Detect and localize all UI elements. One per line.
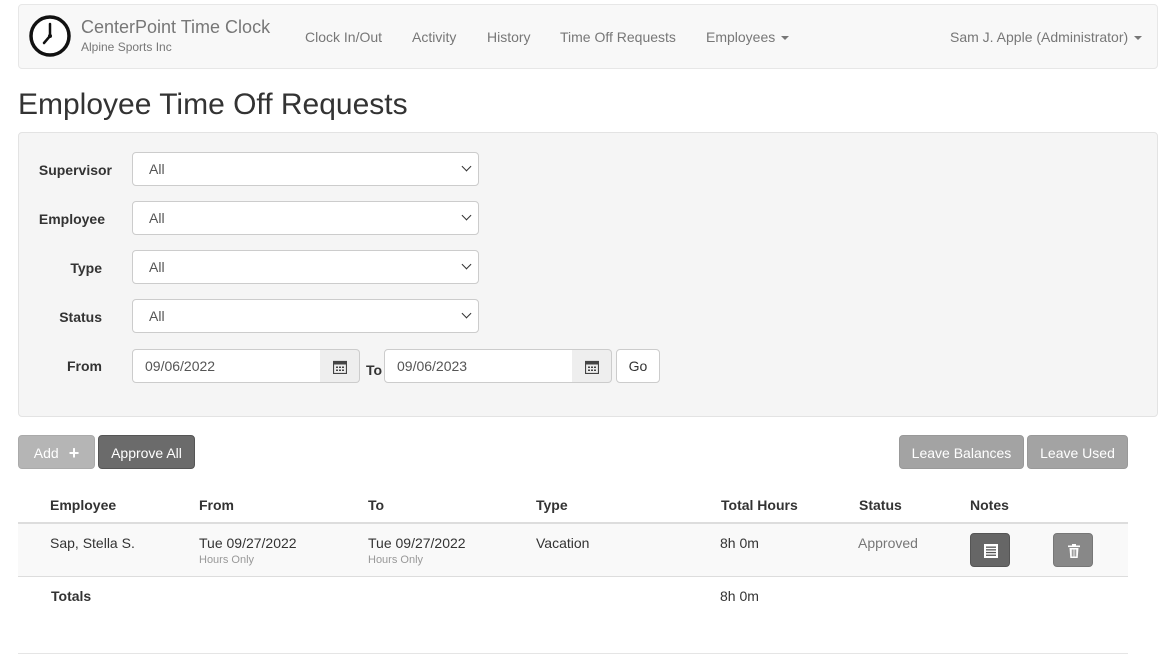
from-label: From: [67, 358, 102, 374]
app-name[interactable]: CenterPoint Time Clock: [81, 17, 270, 38]
header-from: From: [199, 497, 234, 513]
type-select-value: All: [149, 259, 165, 275]
header-employee: Employee: [50, 497, 117, 513]
caret-down-icon: [781, 36, 790, 41]
notes-icon: [984, 544, 998, 558]
user-menu-dropdown[interactable]: Sam J. Apple (Administrator): [950, 29, 1143, 45]
supervisor-select-value: All: [149, 161, 165, 177]
supervisor-label: Supervisor: [38, 162, 112, 178]
header-to: To: [368, 497, 385, 513]
nav-employees-label: Employees: [706, 29, 776, 45]
totals-label: Totals: [51, 588, 92, 604]
cell-from-note: Hours Only: [199, 554, 255, 566]
totals-hours: 8h 0m: [720, 588, 759, 604]
status-label: Status: [59, 309, 102, 325]
header-total-hours: Total Hours: [721, 497, 798, 513]
nav-activity[interactable]: Activity: [412, 29, 456, 45]
employee-label: Employee: [38, 211, 105, 227]
type-label: Type: [70, 260, 102, 276]
table-row-divider: [18, 576, 1128, 577]
page-title: Employee Time Off Requests: [18, 88, 408, 121]
cell-status: Approved: [858, 535, 918, 551]
from-calendar-button[interactable]: [320, 349, 360, 383]
add-button-label: Add: [33, 445, 59, 461]
chevron-down-icon: [461, 161, 472, 172]
to-calendar-button[interactable]: [572, 349, 612, 383]
status-select-value: All: [149, 308, 165, 324]
cell-total-hours: 8h 0m: [720, 535, 759, 551]
header-type: Type: [536, 497, 568, 513]
notes-button[interactable]: [970, 533, 1010, 567]
leave-balances-button[interactable]: Leave Balances: [899, 435, 1024, 469]
clock-icon[interactable]: [29, 15, 71, 57]
company-name: Alpine Sports Inc: [81, 40, 172, 54]
filter-panel: Supervisor All Employee All Type All Sta…: [18, 132, 1158, 417]
cell-employee: Sap, Stella S.: [50, 535, 135, 551]
footer-divider: [18, 653, 1128, 654]
user-menu-label: Sam J. Apple (Administrator): [950, 29, 1129, 45]
chevron-down-icon: [461, 259, 472, 270]
nav-history[interactable]: History: [487, 29, 531, 45]
employee-select-value: All: [149, 210, 165, 226]
plus-icon: +: [68, 443, 80, 463]
employee-select[interactable]: All: [132, 201, 479, 235]
header-status: Status: [859, 497, 902, 513]
to-date-input[interactable]: 09/06/2023: [384, 349, 573, 383]
calendar-icon: [333, 360, 347, 374]
calendar-icon: [585, 360, 599, 374]
nav-employees-dropdown[interactable]: Employees: [706, 29, 790, 45]
cell-from: Tue 09/27/2022: [199, 535, 297, 551]
cell-to: Tue 09/27/2022: [368, 535, 466, 551]
add-button[interactable]: Add +: [18, 435, 95, 469]
chevron-down-icon: [461, 308, 472, 319]
type-select[interactable]: All: [132, 250, 479, 284]
caret-down-icon: [1134, 36, 1143, 41]
status-select[interactable]: All: [132, 299, 479, 333]
supervisor-select[interactable]: All: [132, 152, 479, 186]
chevron-down-icon: [461, 210, 472, 221]
nav-time-off-requests[interactable]: Time Off Requests: [560, 29, 676, 45]
delete-button[interactable]: [1053, 533, 1093, 567]
nav-clock-in-out[interactable]: Clock In/Out: [305, 29, 382, 45]
go-button[interactable]: Go: [616, 349, 660, 383]
leave-used-button[interactable]: Leave Used: [1027, 435, 1128, 469]
approve-all-button[interactable]: Approve All: [98, 435, 195, 469]
cell-type: Vacation: [536, 535, 590, 551]
header-notes: Notes: [970, 497, 1009, 513]
navbar: CenterPoint Time Clock Alpine Sports Inc…: [18, 4, 1158, 69]
to-label: To: [366, 362, 383, 378]
cell-to-note: Hours Only: [368, 554, 424, 566]
from-date-input[interactable]: 09/06/2022: [132, 349, 321, 383]
trash-icon: [1068, 544, 1080, 558]
